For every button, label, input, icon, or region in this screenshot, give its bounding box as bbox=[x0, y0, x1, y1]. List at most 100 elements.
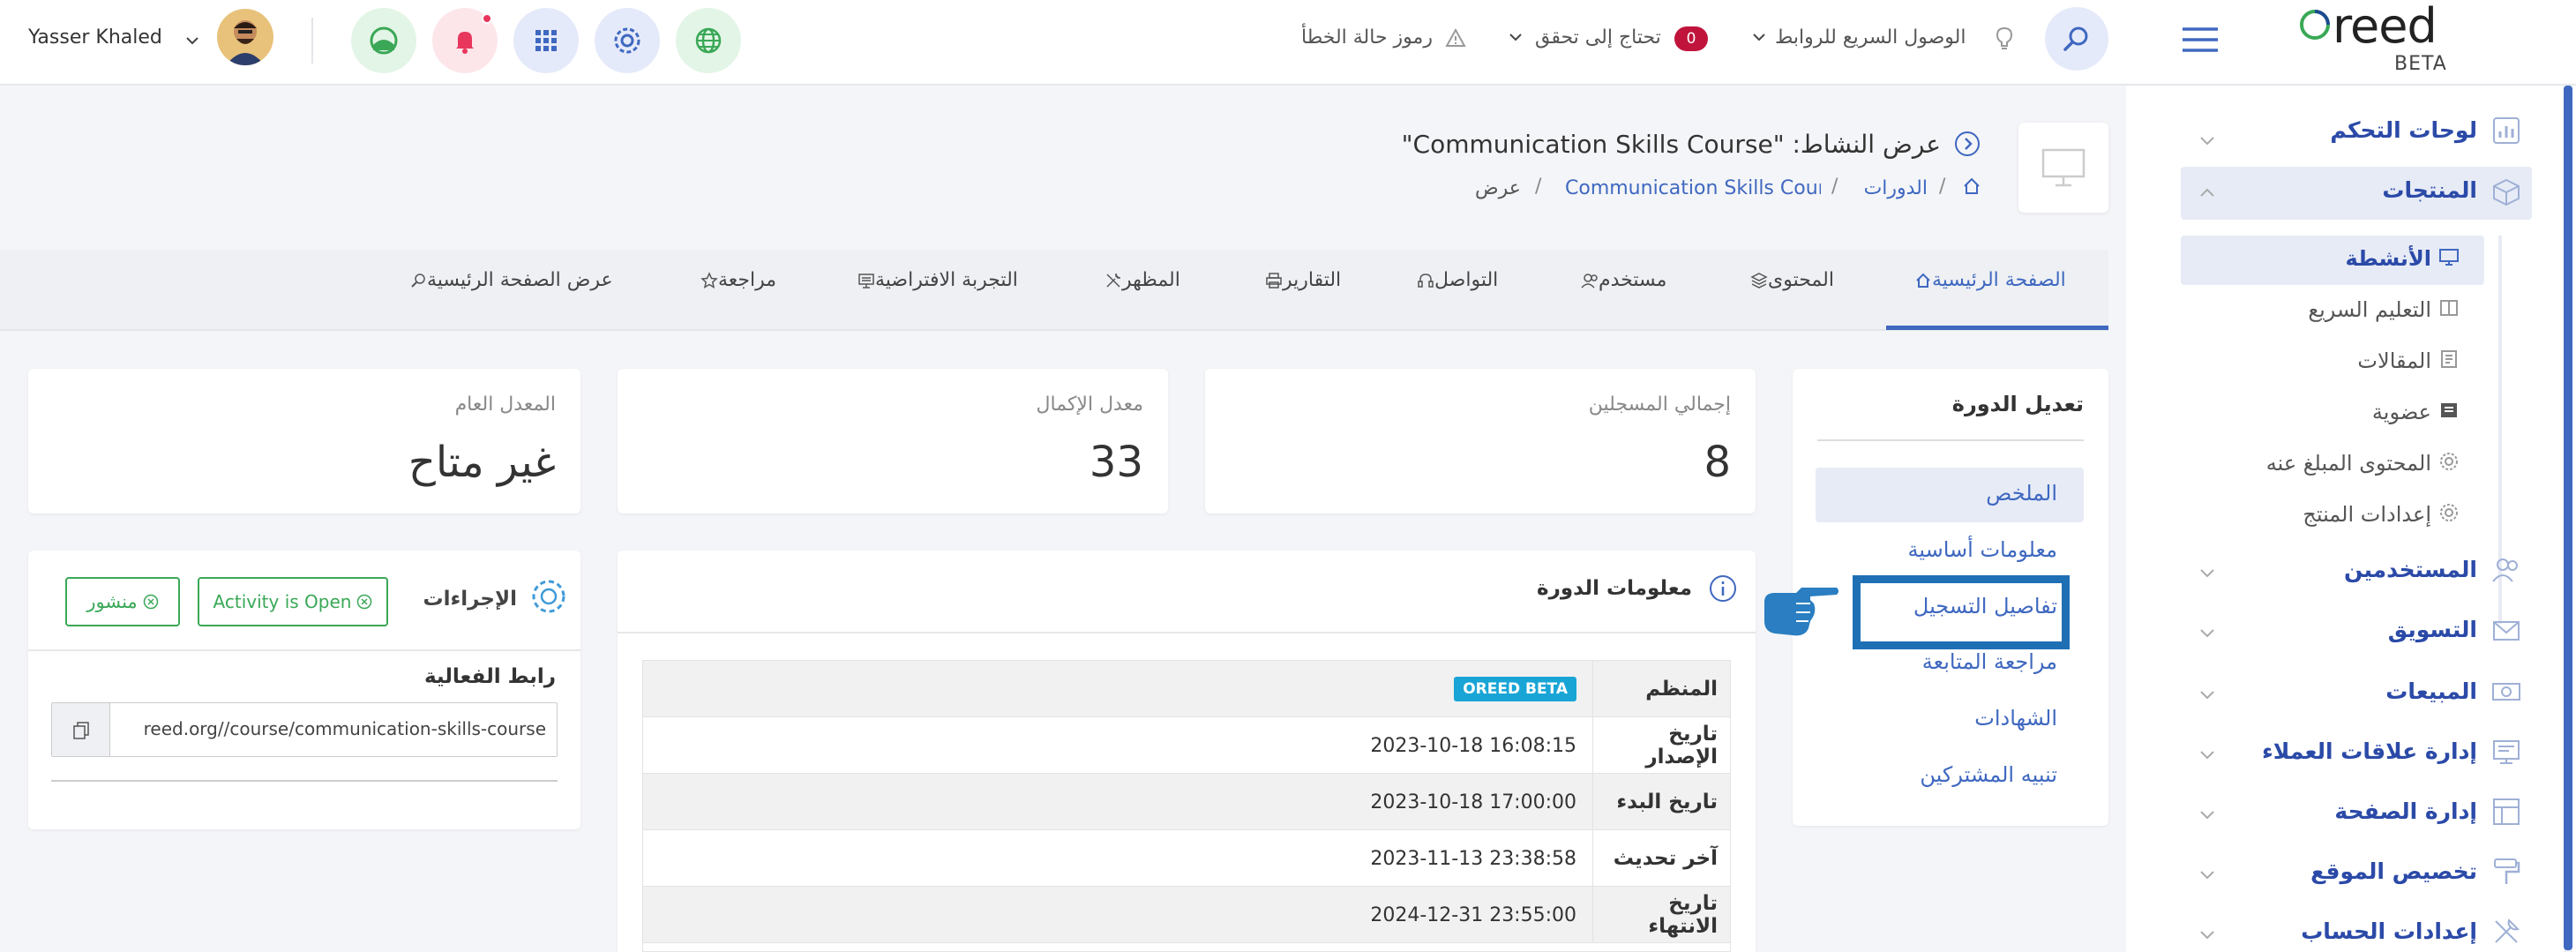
home-icon[interactable] bbox=[1962, 176, 1981, 196]
event-link-input[interactable]: reed.org//course/communication-skills-co… bbox=[123, 718, 546, 739]
book-icon bbox=[2440, 300, 2458, 316]
tab-active-indicator bbox=[1886, 326, 2108, 330]
nav-notify-subscribers[interactable]: تنبيه المشتركين bbox=[1920, 762, 2057, 787]
activity-open-button[interactable]: Activity is Open bbox=[198, 577, 388, 626]
published-label: منشور bbox=[86, 591, 138, 612]
row-value: OREED BETA bbox=[643, 661, 1591, 717]
sidebar-item-products[interactable]: المنتجات bbox=[2382, 177, 2477, 203]
nav-summary[interactable]: الملخص bbox=[1986, 481, 2057, 506]
divider bbox=[1817, 439, 2084, 441]
error-codes-link[interactable]: رموز حالة الخطأ bbox=[1301, 26, 1433, 49]
page-title: عرض النشاط: "Communication Skills Course… bbox=[1401, 130, 1941, 159]
printer-icon bbox=[1266, 273, 1282, 289]
sidebar-item-users[interactable]: المستخدمين bbox=[2344, 557, 2477, 582]
divider bbox=[28, 649, 580, 651]
divider bbox=[618, 632, 1756, 633]
event-link-field[interactable]: reed.org//course/communication-skills-co… bbox=[51, 702, 558, 757]
nav-registration-details[interactable]: تفاصيل التسجيل bbox=[1913, 594, 2057, 618]
tools-icon bbox=[2495, 918, 2520, 943]
logo[interactable]: reed BETA bbox=[2295, 0, 2463, 79]
menu-icon[interactable] bbox=[2181, 26, 2220, 53]
nav-basic-info[interactable]: معلومات أساسية bbox=[1908, 537, 2057, 562]
copy-button[interactable] bbox=[52, 703, 110, 756]
back-icon[interactable] bbox=[1953, 130, 1981, 158]
paint-roller-icon bbox=[2494, 858, 2520, 884]
tab-label: المحتوى bbox=[1768, 269, 1834, 291]
dashboard-shortcut-button[interactable] bbox=[351, 8, 416, 73]
divider bbox=[311, 18, 313, 64]
sidebar-sub-item[interactable]: المقالات bbox=[2357, 349, 2431, 373]
close-circle-icon bbox=[357, 594, 372, 610]
language-button[interactable] bbox=[676, 8, 741, 73]
tab-review[interactable]: مراجعة bbox=[695, 269, 776, 291]
course-edit-title: تعديل الدورة bbox=[1951, 392, 2084, 416]
support-icon bbox=[1418, 274, 1434, 288]
monitor-icon bbox=[2439, 249, 2459, 266]
chevron-down-icon[interactable] bbox=[1509, 30, 1523, 44]
table-row: المنظم OREED BETA bbox=[643, 661, 1730, 717]
article-icon bbox=[2441, 350, 2457, 368]
sidebar-item-sales[interactable]: المبيعات bbox=[2385, 678, 2477, 704]
breadcrumb-separator: / bbox=[1535, 176, 1542, 198]
sidebar-sub-item[interactable]: المحتوى المبلغ عنه bbox=[2266, 451, 2431, 476]
search-button[interactable] bbox=[2045, 7, 2108, 71]
chevron-up-icon[interactable] bbox=[2198, 184, 2216, 202]
tab-content[interactable]: المحتوى bbox=[1745, 269, 1834, 291]
breadcrumb-course[interactable]: Communication Skills Cour... bbox=[1565, 177, 1821, 199]
breadcrumb-separator: / bbox=[1831, 176, 1838, 198]
stat-card-average: المعدل العام غير متاح bbox=[28, 369, 580, 513]
stat-label: معدل الإكمال bbox=[1036, 394, 1143, 416]
chevron-down-icon[interactable] bbox=[1752, 30, 1766, 44]
notifications-button[interactable] bbox=[432, 8, 498, 73]
chevron-down-icon[interactable] bbox=[2198, 866, 2216, 883]
sidebar-item-dashboards[interactable]: لوحات التحكم bbox=[2330, 117, 2477, 143]
home-icon bbox=[1916, 273, 1930, 288]
search-icon bbox=[2063, 26, 2088, 51]
tab-appearance[interactable]: المظهر bbox=[1099, 269, 1180, 291]
actions-title: الإجراءات bbox=[423, 588, 517, 611]
tab-label: التقارير bbox=[1283, 269, 1342, 291]
nav-follow-up-review[interactable]: مراجعة المتابعة bbox=[1922, 649, 2057, 674]
notification-dot bbox=[482, 13, 492, 24]
chevron-down-icon[interactable] bbox=[185, 34, 199, 48]
tab-users[interactable]: مستخدم bbox=[1576, 269, 1666, 291]
apps-button[interactable] bbox=[513, 8, 579, 73]
nav-certificates[interactable]: الشهادات bbox=[1974, 706, 2057, 731]
chevron-down-icon[interactable] bbox=[2198, 624, 2216, 641]
breadcrumb-courses[interactable]: الدورات bbox=[1864, 177, 1928, 199]
sidebar-sub-item[interactable]: إعدادات المنتج bbox=[2303, 502, 2431, 527]
event-link-label: رابط الفعالية bbox=[423, 665, 556, 688]
tab-view-homepage[interactable]: عرض الصفحة الرئيسية bbox=[404, 269, 613, 291]
sidebar-item-crm[interactable]: إدارة علاقات العملاء bbox=[2262, 738, 2477, 764]
tab-home[interactable]: الصفحة الرئيسية bbox=[1909, 269, 2066, 291]
quick-access-link[interactable]: الوصول السريع للروابط bbox=[1775, 26, 1966, 49]
user-name[interactable]: Yasser Khaled bbox=[28, 26, 162, 49]
row-label: آخر تحديث bbox=[1592, 830, 1730, 887]
chevron-down-icon[interactable] bbox=[2198, 746, 2216, 763]
settings-button[interactable] bbox=[595, 8, 660, 73]
chevron-down-icon[interactable] bbox=[2198, 686, 2216, 703]
tab-reports[interactable]: التقارير bbox=[1260, 269, 1341, 291]
chevron-down-icon[interactable] bbox=[2198, 806, 2216, 823]
sidebar-sub-item[interactable]: الأنشطة bbox=[2346, 246, 2431, 271]
sidebar-item-account-settings[interactable]: إعدادات الحساب bbox=[2301, 918, 2477, 944]
sidebar-item-marketing[interactable]: التسويق bbox=[2388, 617, 2477, 642]
users-icon bbox=[1581, 274, 1598, 289]
tab-communication[interactable]: التواصل bbox=[1412, 269, 1498, 291]
avatar[interactable] bbox=[217, 9, 273, 65]
tab-label: مراجعة bbox=[718, 269, 777, 291]
sidebar-sub-item[interactable]: التعليم السريع bbox=[2308, 297, 2431, 322]
needs-check-link[interactable]: تحتاج إلى تحقق bbox=[1535, 26, 1661, 49]
sidebar: لوحات التحكم المنتجات الأنشطة التعليم ال… bbox=[2126, 86, 2576, 952]
chevron-down-icon[interactable] bbox=[2198, 131, 2216, 149]
published-button[interactable]: منشور bbox=[65, 577, 180, 626]
stat-value: غير متاح bbox=[408, 438, 556, 487]
sidebar-scrollbar[interactable] bbox=[2564, 86, 2572, 952]
sidebar-sub-item[interactable]: عضوية bbox=[2372, 400, 2431, 424]
sidebar-item-site-customization[interactable]: تخصيص الموقع bbox=[2310, 858, 2477, 884]
tab-virtual-experience[interactable]: التجربة الافتراضية bbox=[852, 269, 1018, 291]
chevron-down-icon[interactable] bbox=[2198, 926, 2216, 943]
sidebar-scrollbar-thumb[interactable] bbox=[2564, 86, 2572, 950]
sidebar-item-page-management[interactable]: إدارة الصفحة bbox=[2334, 798, 2477, 824]
chevron-down-icon[interactable] bbox=[2198, 564, 2216, 581]
